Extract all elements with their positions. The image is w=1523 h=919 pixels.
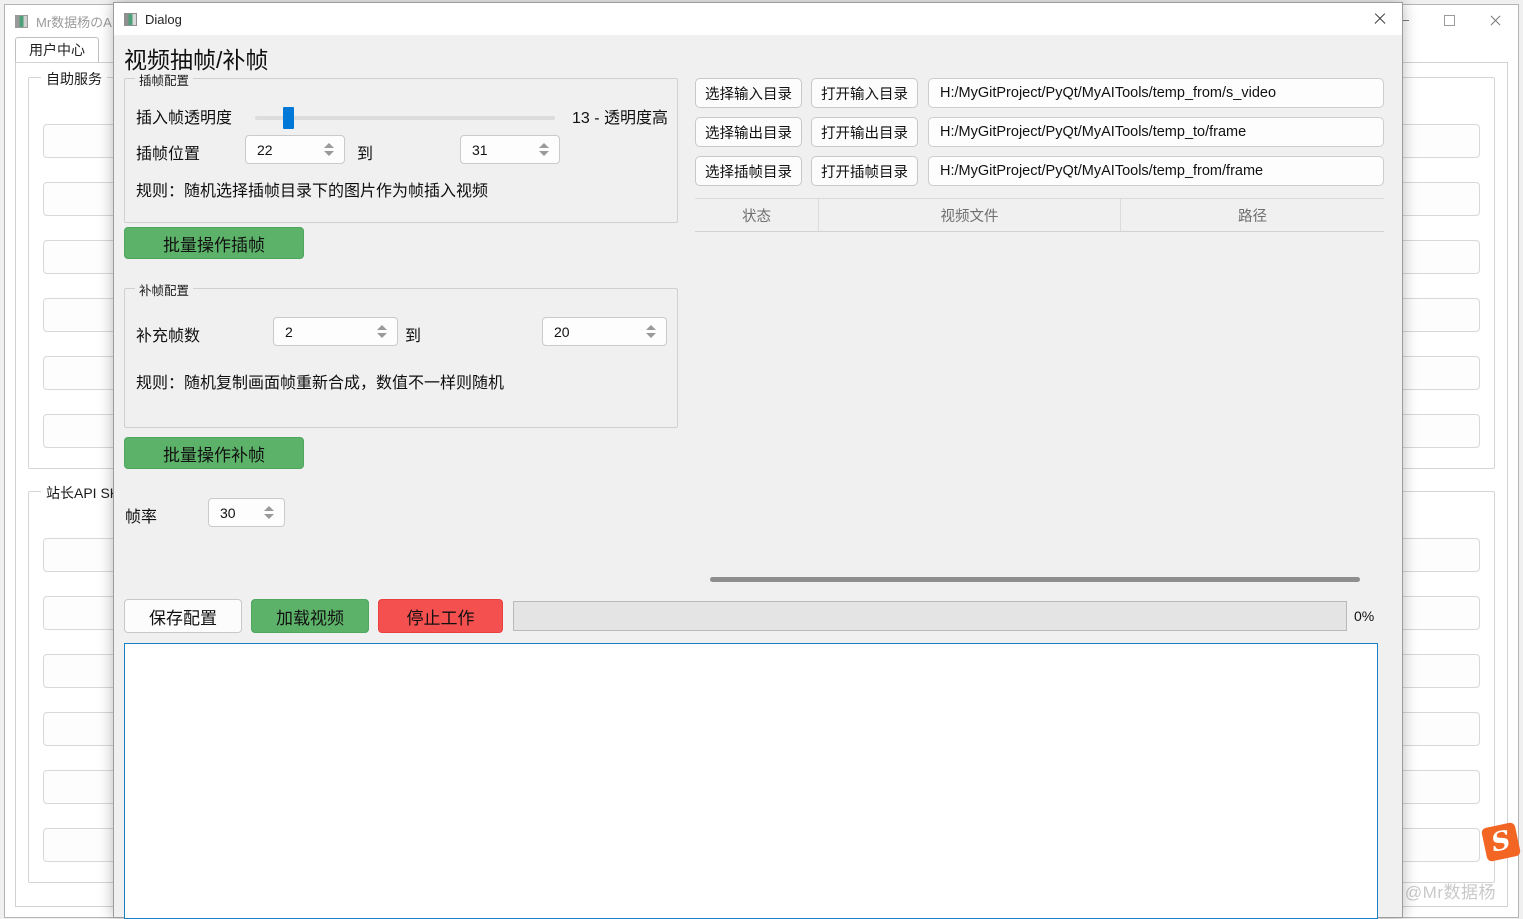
dialog-title: Dialog: [145, 11, 182, 27]
tab-user-center[interactable]: 用户中心: [15, 37, 99, 63]
choose-input-dir-button[interactable]: 选择输入目录: [695, 78, 802, 108]
open-insert-dir-button[interactable]: 打开插帧目录: [811, 156, 918, 186]
spinbox-arrows-icon[interactable]: [322, 136, 335, 163]
close-button[interactable]: [1472, 5, 1518, 36]
insert-frame-config-label: 插帧配置: [135, 70, 194, 89]
progress-percent-label: 0%: [1354, 608, 1375, 624]
video-frame-dialog: Dialog 视频抽帧/补帧 插帧配置 插入帧透明度 13 - 透明度高 插帧位…: [113, 2, 1403, 919]
opacity-slider-handle[interactable]: [283, 107, 294, 129]
fill-count-label: 补充帧数: [136, 328, 201, 345]
insert-position-from-spinbox[interactable]: 22: [245, 135, 345, 164]
group-self-service-label: 自助服务: [41, 69, 107, 89]
opacity-slider[interactable]: [255, 116, 555, 120]
fps-value: 30: [220, 504, 236, 521]
output-dir-path-field[interactable]: H:/MyGitProject/PyQt/MyAITools/temp_to/f…: [928, 117, 1384, 147]
maximize-icon: [1443, 15, 1455, 26]
open-input-dir-button[interactable]: 打开输入目录: [811, 78, 918, 108]
background-tabstrip: 用户中心: [15, 37, 101, 63]
opacity-label: 插入帧透明度: [136, 110, 233, 127]
fill-count-to-spinbox[interactable]: 20: [542, 317, 667, 346]
close-icon: [1373, 12, 1386, 25]
fill-count-from-value: 2: [285, 323, 293, 340]
dialog-titlebar: Dialog: [114, 3, 1402, 35]
insert-position-to-label: 到: [357, 146, 374, 163]
dialog-body: 视频抽帧/补帧 插帧配置 插入帧透明度 13 - 透明度高 插帧位置 22 到 …: [114, 35, 1402, 919]
maximize-button[interactable]: [1426, 5, 1472, 36]
sogou-ime-icon: S: [1480, 821, 1522, 863]
fill-count-to-label: 到: [405, 328, 422, 345]
opacity-value-text: 13 - 透明度高: [572, 110, 669, 127]
spinbox-arrows-icon[interactable]: [262, 499, 275, 526]
spinbox-arrows-icon[interactable]: [644, 318, 657, 345]
column-header-path[interactable]: 路径: [1120, 199, 1384, 231]
input-dir-path-field[interactable]: H:/MyGitProject/PyQt/MyAITools/temp_from…: [928, 78, 1384, 108]
fill-count-from-spinbox[interactable]: 2: [273, 317, 398, 346]
spinbox-arrows-icon[interactable]: [375, 318, 388, 345]
log-output-area[interactable]: [124, 643, 1378, 919]
fill-frame-config-group: 补帧配置 补充帧数 2 到 20 规则：随机复制画面帧重新合成，数值不一样则随机: [124, 280, 678, 428]
app-icon: [15, 14, 28, 28]
insert-position-label: 插帧位置: [136, 146, 201, 163]
choose-insert-dir-button[interactable]: 选择插帧目录: [695, 156, 802, 186]
insert-frame-config-group: 插帧配置 插入帧透明度 13 - 透明度高 插帧位置 22 到 31 规则：随机…: [124, 70, 678, 223]
stop-work-button[interactable]: 停止工作: [378, 599, 503, 633]
batch-insert-button[interactable]: 批量操作插帧: [124, 227, 304, 259]
insert-position-from-value: 22: [257, 141, 273, 158]
load-video-button[interactable]: 加载视频: [251, 599, 369, 633]
save-config-button[interactable]: 保存配置: [124, 599, 242, 633]
fill-frame-config-label: 补帧配置: [135, 280, 194, 299]
fill-count-to-value: 20: [554, 323, 570, 340]
insert-position-to-spinbox[interactable]: 31: [460, 135, 560, 164]
column-header-status[interactable]: 状态: [695, 199, 818, 231]
fps-spinbox[interactable]: 30: [208, 498, 285, 527]
insert-dir-path-field[interactable]: H:/MyGitProject/PyQt/MyAITools/temp_from…: [928, 156, 1384, 186]
batch-fill-button[interactable]: 批量操作补帧: [124, 437, 304, 469]
dialog-close-button[interactable]: [1356, 3, 1402, 34]
group-webmaster-api-sk-label: 站长API SK: [41, 483, 125, 503]
spinbox-arrows-icon[interactable]: [537, 136, 550, 163]
column-header-video-file[interactable]: 视频文件: [818, 199, 1120, 231]
video-table-header: 状态 视频文件 路径: [695, 198, 1384, 232]
insert-position-to-value: 31: [472, 141, 488, 158]
fps-label: 帧率: [125, 509, 158, 526]
fill-rule-text: 规则：随机复制画面帧重新合成，数值不一样则随机: [136, 375, 505, 392]
table-horizontal-scrollbar[interactable]: [710, 577, 1360, 582]
choose-output-dir-button[interactable]: 选择输出目录: [695, 117, 802, 147]
insert-rule-text: 规则：随机选择插帧目录下的图片作为帧插入视频: [136, 183, 489, 200]
app-icon: [124, 12, 137, 26]
progress-bar: [513, 601, 1347, 631]
open-output-dir-button[interactable]: 打开输出目录: [811, 117, 918, 147]
close-icon: [1489, 15, 1501, 27]
